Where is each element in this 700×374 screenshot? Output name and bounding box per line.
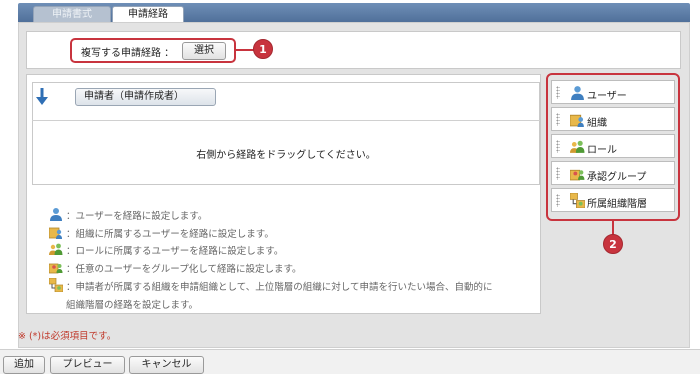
- role-icon: [49, 243, 63, 255]
- palette-item-organization[interactable]: 組織: [551, 107, 675, 131]
- callout-2-badge: 2: [603, 234, 623, 254]
- select-route-button[interactable]: 選択: [182, 42, 226, 60]
- callout-2-line: [612, 221, 614, 235]
- drag-handle-icon[interactable]: [556, 140, 560, 153]
- palette-item-label: ロール: [587, 145, 617, 156]
- add-button[interactable]: 追加: [3, 356, 45, 374]
- approval-group-icon: [49, 263, 63, 274]
- drag-instruction: 右側から経路をドラッグしてください。: [196, 150, 376, 161]
- drag-handle-icon[interactable]: [556, 167, 560, 180]
- route-header-divider: [32, 120, 540, 121]
- palette-item-user[interactable]: ユーザー: [551, 80, 675, 104]
- legend-text: ：ユーザーを経路に設定します。: [66, 211, 208, 222]
- callout-1-line: [236, 49, 254, 51]
- palette-item-label: 承認グループ: [587, 172, 647, 183]
- user-icon: [50, 208, 62, 221]
- organization-icon: [49, 227, 62, 239]
- palette-item-org-hierarchy[interactable]: 所属組織階層: [551, 188, 675, 212]
- role-icon: [570, 140, 585, 153]
- legend-text: ：申請者が所属する組織を申請組織として、上位階層の組織に対して申請を行いたい場合…: [66, 282, 493, 293]
- legend-text: ：組織に所属するユーザーを経路に設定します。: [66, 229, 274, 240]
- tab-application-form[interactable]: 申請書式: [33, 6, 111, 23]
- drag-handle-icon[interactable]: [556, 113, 560, 126]
- palette-item-label: ユーザー: [587, 91, 627, 102]
- callout-1-badge: 1: [253, 39, 273, 59]
- organization-icon: [570, 114, 584, 127]
- palette-item-label: 組織: [587, 118, 607, 129]
- drag-handle-icon[interactable]: [556, 194, 560, 207]
- legend-text: ：ロールに所属するユーザーを経路に設定します。: [66, 246, 284, 257]
- copy-route-label: 複写する申請経路 ：: [81, 48, 175, 59]
- org-hierarchy-icon: [570, 193, 585, 208]
- legend-text: ：任意のユーザーをグループ化して経路に設定します。: [66, 264, 302, 275]
- palette-item-approval-group[interactable]: 承認グループ: [551, 161, 675, 185]
- approval-group-icon: [570, 169, 585, 181]
- arrow-down-icon: [36, 88, 48, 105]
- palette-item-role[interactable]: ロール: [551, 134, 675, 158]
- tab-application-route[interactable]: 申請経路: [112, 6, 184, 23]
- required-fields-note: ※ (*)は必須項目です。: [18, 331, 117, 342]
- cancel-button[interactable]: キャンセル: [129, 356, 204, 374]
- drag-handle-icon[interactable]: [556, 86, 560, 99]
- applicant-button[interactable]: 申請者（申請作成者）: [75, 88, 216, 106]
- org-hierarchy-icon: [49, 278, 63, 292]
- user-icon: [571, 86, 584, 100]
- preview-button[interactable]: プレビュー: [50, 356, 125, 374]
- legend-text: 組織階層の経路を設定します。: [66, 300, 199, 311]
- palette-item-label: 所属組織階層: [587, 199, 647, 210]
